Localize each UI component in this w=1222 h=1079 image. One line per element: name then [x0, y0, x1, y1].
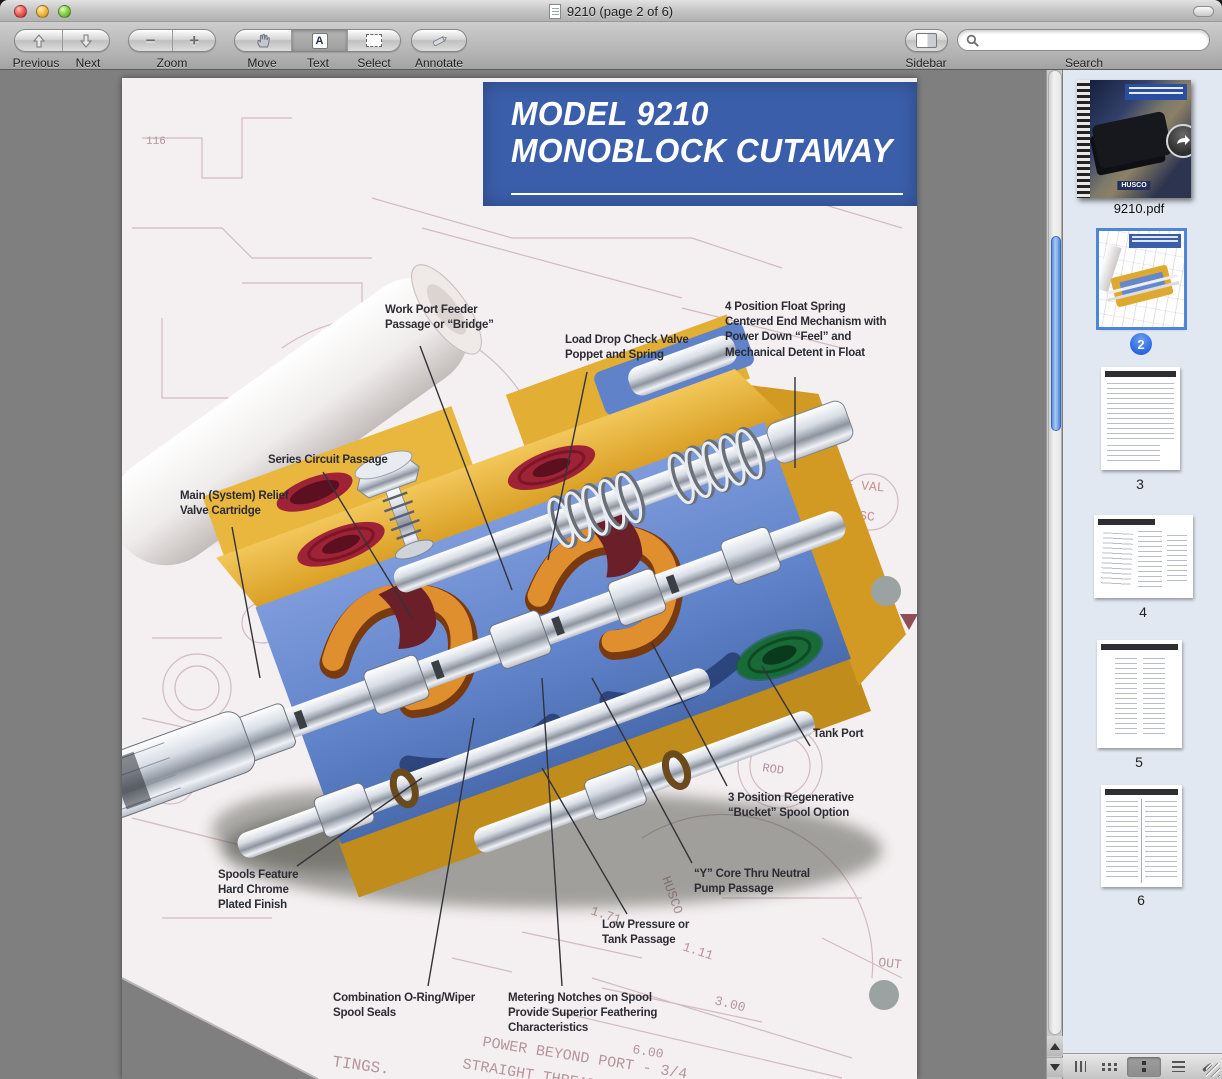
arrow-down-icon [78, 33, 94, 49]
document-filename[interactable]: 9210.pdf [1114, 201, 1165, 216]
columns-icon [1075, 1061, 1086, 1072]
callout-main-relief: Main (System) Relief Valve Cartridge [180, 489, 288, 519]
move-tool-button[interactable] [235, 30, 291, 51]
preview-window: 9210 (page 2 of 6) Previous Next − [0, 0, 1222, 1079]
search-label: Search [1065, 56, 1103, 70]
callout-tank-port: Tank Port [813, 727, 863, 742]
callout-oring-wiper: Combination O-Ring/Wiper Spool Seals [333, 991, 475, 1021]
callout-spools-chrome: Spools Feature Hard Chrome Plated Finish [218, 868, 298, 914]
text-tool-icon: A [312, 33, 328, 49]
up-triangle-icon [1050, 1043, 1060, 1050]
previous-button[interactable] [15, 30, 62, 51]
zoom-out-button[interactable]: − [129, 30, 172, 51]
plus-icon: + [189, 32, 199, 49]
zoom-label: Zoom [157, 56, 188, 70]
window-resize-grip[interactable] [1206, 1063, 1220, 1077]
sidebar-icon [916, 33, 937, 48]
current-page-badge: 2 [1130, 333, 1152, 355]
arrow-up-icon [31, 33, 47, 49]
search-input[interactable] [979, 32, 1179, 48]
page-number-4: 4 [1139, 604, 1147, 620]
banner-underline [511, 193, 903, 195]
select-label: Select [357, 56, 390, 70]
page-thumbnail-6[interactable] [1101, 785, 1182, 887]
page-number-3: 3 [1136, 476, 1144, 492]
search-field[interactable] [957, 29, 1210, 51]
blueprint-text: ROD [761, 761, 784, 778]
page-banner: MODEL 9210 MONOBLOCK CUTAWAY [483, 82, 917, 206]
select-tool-button[interactable] [347, 30, 400, 51]
vertical-scrollbar[interactable] [1046, 70, 1062, 1079]
select-rect-icon [366, 34, 382, 47]
pencil-icon [430, 34, 448, 48]
callout-series-circuit: Series Circuit Passage [268, 453, 388, 468]
annotate-button[interactable] [412, 30, 466, 51]
hand-icon [255, 32, 272, 49]
toolbar-toggle-button[interactable] [1193, 6, 1214, 17]
text-label: Text [307, 56, 329, 70]
thumbnail-list-icon [1142, 1061, 1146, 1072]
spiral-binding [1077, 80, 1090, 198]
callout-regenerative-spool: 3 Position Regenerative “Bucket” Spool O… [728, 791, 854, 821]
scrollbar-track[interactable] [1048, 70, 1062, 1035]
thumbnail-view-button[interactable] [1127, 1057, 1161, 1077]
cover-brand-text: HUSCO [1117, 181, 1150, 190]
page-thumbnail-4[interactable] [1094, 515, 1193, 598]
banner-line2: MONOBLOCK CUTAWAY [511, 133, 901, 170]
pdf-page: POWER BEYOND PORT - 3/4 STRAIGHT THREAD … [122, 78, 917, 1079]
page-number-6: 6 [1137, 892, 1145, 908]
titlebar[interactable]: 9210 (page 2 of 6) [0, 0, 1222, 22]
document-icon [549, 4, 561, 19]
callout-load-drop-check: Load Drop Check Valve Poppet and Spring [565, 333, 689, 363]
callout-metering-notches: Metering Notches on Spool Provide Superi… [508, 991, 657, 1037]
scrollbar-thumb[interactable] [1051, 236, 1061, 431]
page-number-5: 5 [1135, 754, 1143, 770]
scroll-down-button[interactable] [1047, 1057, 1063, 1077]
callout-four-position-float: 4 Position Float Spring Centered End Mec… [725, 300, 886, 361]
thumbnail-sidebar[interactable]: HUSCO 9210.pdf 2 3 [1063, 70, 1222, 1053]
sidebar-label: Sidebar [905, 56, 946, 70]
page-thumbnail-5[interactable] [1097, 640, 1182, 748]
callout-y-core: “Y” Core Thru Neutral Pump Passage [694, 867, 810, 897]
next-label: Next [76, 56, 101, 70]
callout-work-port-feeder: Work Port Feeder Passage or “Bridge” [385, 303, 494, 333]
page-thumbnail-3[interactable] [1101, 367, 1180, 470]
page-thumbnail-2[interactable] [1099, 231, 1184, 327]
search-icon [966, 34, 979, 47]
curved-arrow-icon [1174, 132, 1191, 150]
sidebar-view-toolbar [1063, 1053, 1222, 1079]
previous-label: Previous [13, 56, 60, 70]
grid-view-button[interactable] [1097, 1057, 1123, 1077]
window-title: 9210 (page 2 of 6) [567, 4, 673, 19]
move-label: Move [247, 56, 276, 70]
banner-line1: MODEL 9210 [511, 96, 901, 133]
grid-icon [1102, 1063, 1118, 1071]
list-icon [1172, 1061, 1185, 1072]
annotate-label: Annotate [415, 56, 463, 70]
text-tool-button[interactable]: A [291, 30, 347, 51]
minus-icon: − [146, 32, 156, 49]
zoom-in-button[interactable]: + [172, 30, 215, 51]
toc-view-button[interactable] [1165, 1057, 1191, 1077]
cutaway-artwork: POWER BEYOND PORT - 3/4 STRAIGHT THREAD … [122, 78, 917, 1079]
blueprint-text: OUT [878, 955, 903, 972]
next-button[interactable] [62, 30, 109, 51]
sidebar-toggle-button[interactable] [906, 30, 947, 51]
document-cover-thumbnail[interactable]: HUSCO [1077, 80, 1191, 198]
toolbar: Previous Next − + Zoom A Move [0, 22, 1222, 70]
down-triangle-icon [1050, 1064, 1060, 1071]
blueprint-dim: 116 [146, 136, 166, 148]
scroll-up-button[interactable] [1047, 1036, 1063, 1056]
callout-low-pressure: Low Pressure or Tank Passage [602, 918, 689, 948]
columns-view-button[interactable] [1067, 1057, 1093, 1077]
document-canvas[interactable]: POWER BEYOND PORT - 3/4 STRAIGHT THREAD … [0, 70, 1046, 1079]
